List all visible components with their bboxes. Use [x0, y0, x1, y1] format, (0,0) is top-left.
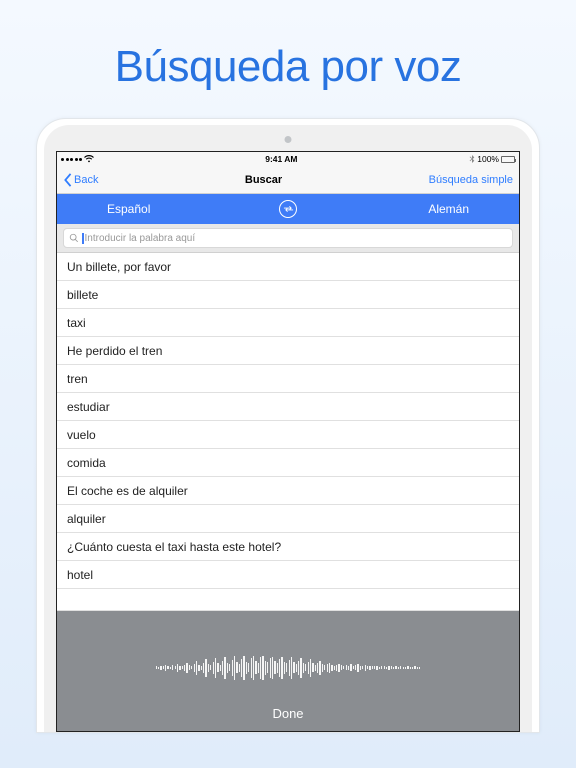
- chevron-left-icon: [63, 173, 72, 187]
- list-item[interactable]: alquiler: [57, 505, 519, 533]
- bluetooth-icon: [469, 155, 475, 163]
- status-time: 9:41 AM: [265, 154, 297, 164]
- back-button[interactable]: Back: [63, 173, 98, 187]
- results-list: Un billete, por favor billete taxi He pe…: [57, 253, 519, 611]
- list-item[interactable]: billete: [57, 281, 519, 309]
- search-wrapper: Introducir la palabra aquí: [57, 224, 519, 253]
- search-input[interactable]: Introducir la palabra aquí: [63, 228, 513, 248]
- list-item[interactable]: hotel: [57, 561, 519, 589]
- list-item[interactable]: vuelo: [57, 421, 519, 449]
- list-item[interactable]: He perdido el tren: [57, 337, 519, 365]
- status-bar: 9:41 AM 100%: [57, 152, 519, 166]
- camera-dot: [285, 136, 292, 143]
- swap-languages-button[interactable]: [279, 200, 297, 218]
- search-icon: [69, 233, 79, 243]
- wifi-icon: [84, 155, 94, 163]
- list-item[interactable]: tren: [57, 365, 519, 393]
- lang-left[interactable]: Español: [107, 202, 150, 216]
- battery-percent: 100%: [477, 154, 499, 164]
- list-item[interactable]: El coche es de alquiler: [57, 477, 519, 505]
- back-label: Back: [74, 174, 98, 186]
- language-bar: Español Alemán: [57, 194, 519, 224]
- tablet-frame: 9:41 AM 100% Back Buscar Búsqueda simple…: [36, 118, 540, 733]
- lang-right[interactable]: Alemán: [428, 202, 469, 216]
- list-item[interactable]: taxi: [57, 309, 519, 337]
- signal-wifi: [61, 155, 94, 163]
- hero-title: Búsqueda por voz: [0, 0, 576, 118]
- swap-icon: [283, 206, 294, 212]
- search-placeholder: Introducir la palabra aquí: [85, 233, 196, 244]
- done-button[interactable]: Done: [272, 706, 303, 721]
- text-cursor: [82, 233, 84, 244]
- screen: 9:41 AM 100% Back Buscar Búsqueda simple…: [56, 151, 520, 732]
- battery-icon: [501, 156, 515, 163]
- waveform: [92, 651, 485, 684]
- simple-search-button[interactable]: Búsqueda simple: [429, 174, 513, 186]
- list-item[interactable]: ¿Cuánto cuesta el taxi hasta este hotel?: [57, 533, 519, 561]
- list-item[interactable]: comida: [57, 449, 519, 477]
- page-title: Buscar: [245, 174, 282, 186]
- list-spacer: [57, 589, 519, 611]
- navigation-bar: Back Buscar Búsqueda simple: [57, 166, 519, 194]
- list-item[interactable]: estudiar: [57, 393, 519, 421]
- voice-input-panel: Done: [57, 611, 519, 731]
- list-item[interactable]: Un billete, por favor: [57, 253, 519, 281]
